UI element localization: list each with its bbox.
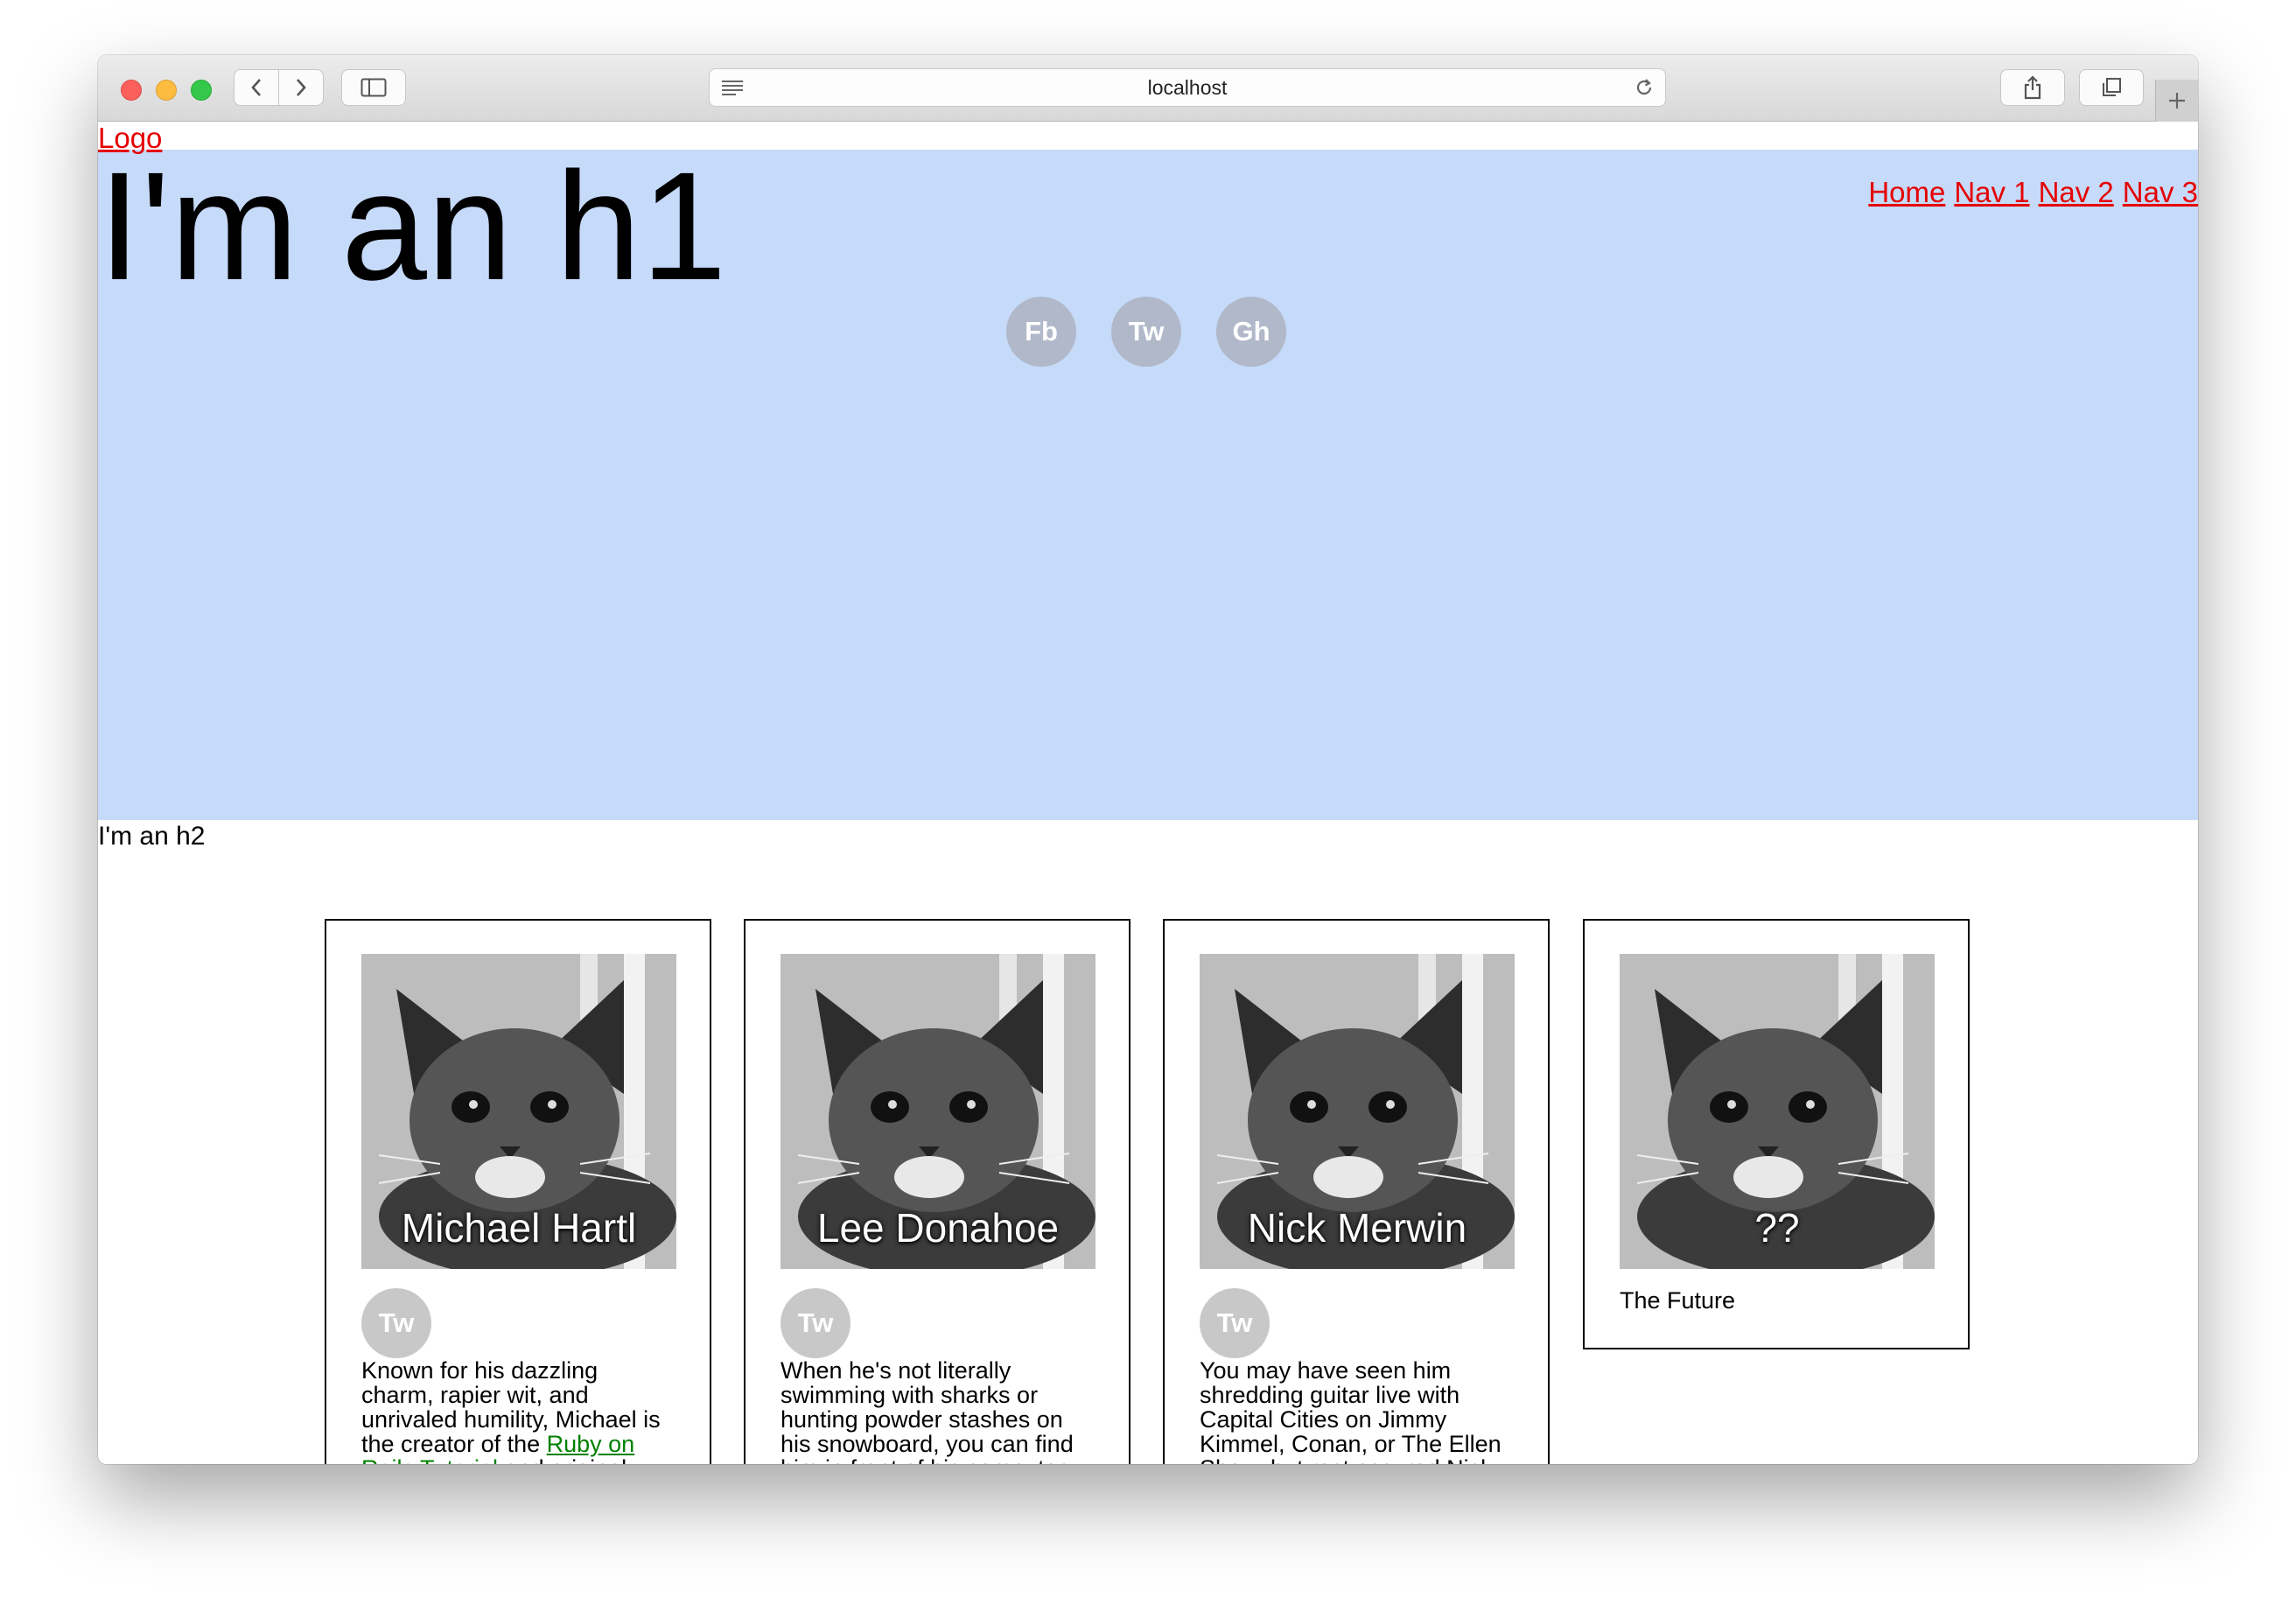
cat-photo: ??: [1620, 954, 1935, 1269]
twitter-button[interactable]: Tw: [361, 1288, 431, 1358]
close-window-button[interactable]: [121, 80, 142, 101]
nav-1-link[interactable]: Nav 1: [1954, 176, 2029, 209]
address-bar[interactable]: localhost: [709, 68, 1666, 107]
cat-photo: Michael Hartl: [361, 954, 676, 1269]
logo-link[interactable]: Logo: [98, 122, 162, 155]
page-content: I'm an h1 Home Nav 1 Nav 2 Nav 3 Fb Tw G…: [98, 122, 2198, 1464]
plus-icon: [2169, 93, 2185, 109]
new-tab-button[interactable]: [2155, 80, 2198, 122]
browser-window: localhost I'm an h1 Home Nav 1 Nav 2 Nav…: [98, 55, 2198, 1464]
twitter-button[interactable]: Tw: [1200, 1288, 1270, 1358]
member-name: Michael Hartl: [401, 1205, 637, 1251]
share-button[interactable]: [2000, 69, 2065, 106]
cat-photo: Nick Merwin: [1200, 954, 1515, 1269]
member-bio: You may have seen him shredding guitar l…: [1200, 1357, 1502, 1464]
social-links: Fb Tw Gh: [1006, 297, 1286, 367]
future-caption: The Future: [1620, 1287, 1736, 1314]
member-name: Lee Donahoe: [816, 1205, 1060, 1251]
maximize-window-button[interactable]: [191, 80, 212, 101]
reload-icon[interactable]: [1634, 77, 1655, 98]
minimize-window-button[interactable]: [156, 80, 177, 101]
tabs-icon: [2103, 78, 2121, 96]
tabs-overview-button[interactable]: [2079, 69, 2144, 106]
back-button[interactable]: [234, 69, 279, 106]
nav-3-link[interactable]: Nav 3: [2123, 176, 2198, 209]
forward-button[interactable]: [278, 69, 324, 106]
twitter-button[interactable]: Tw: [780, 1288, 850, 1358]
twitter-button[interactable]: Tw: [1111, 297, 1181, 367]
page-heading-h2: I'm an h2: [98, 822, 206, 851]
member-bio: Known for his dazzling charm, rapier wit…: [361, 1358, 675, 1464]
github-button[interactable]: Gh: [1216, 297, 1286, 367]
cat-photo: Lee Donahoe: [780, 954, 1096, 1269]
hero-section: I'm an h1 Home Nav 1 Nav 2 Nav 3 Fb Tw G…: [98, 150, 2198, 820]
nav-2-link[interactable]: Nav 2: [2039, 176, 2114, 209]
team-card-nick: Nick Merwin Tw You may have seen him shr…: [1163, 919, 1550, 1464]
member-name: Nick Merwin: [1247, 1205, 1467, 1251]
team-card-michael: Michael Hartl Tw Known for his dazzling …: [325, 919, 711, 1464]
member-bio: When he's not literally swimming with sh…: [780, 1357, 1074, 1464]
chevron-left-icon: [251, 79, 261, 96]
team-card-future: ?? The Future: [1583, 919, 1970, 1349]
browser-titlebar: localhost: [98, 55, 2198, 122]
sidebar-toggle-button[interactable]: [341, 69, 406, 106]
team-card-lee: Lee Donahoe Tw When he's not literally s…: [744, 919, 1130, 1464]
nav-home-link[interactable]: Home: [1868, 176, 1945, 209]
share-icon: [2024, 75, 2041, 100]
url-text: localhost: [1147, 76, 1228, 99]
top-nav: Home Nav 1 Nav 2 Nav 3: [1868, 176, 2198, 209]
chevron-right-icon: [297, 79, 306, 96]
page-heading-h1: I'm an h1: [98, 141, 727, 312]
sidebar-icon: [360, 78, 387, 97]
facebook-button[interactable]: Fb: [1006, 297, 1076, 367]
member-name: ??: [1754, 1205, 1800, 1251]
